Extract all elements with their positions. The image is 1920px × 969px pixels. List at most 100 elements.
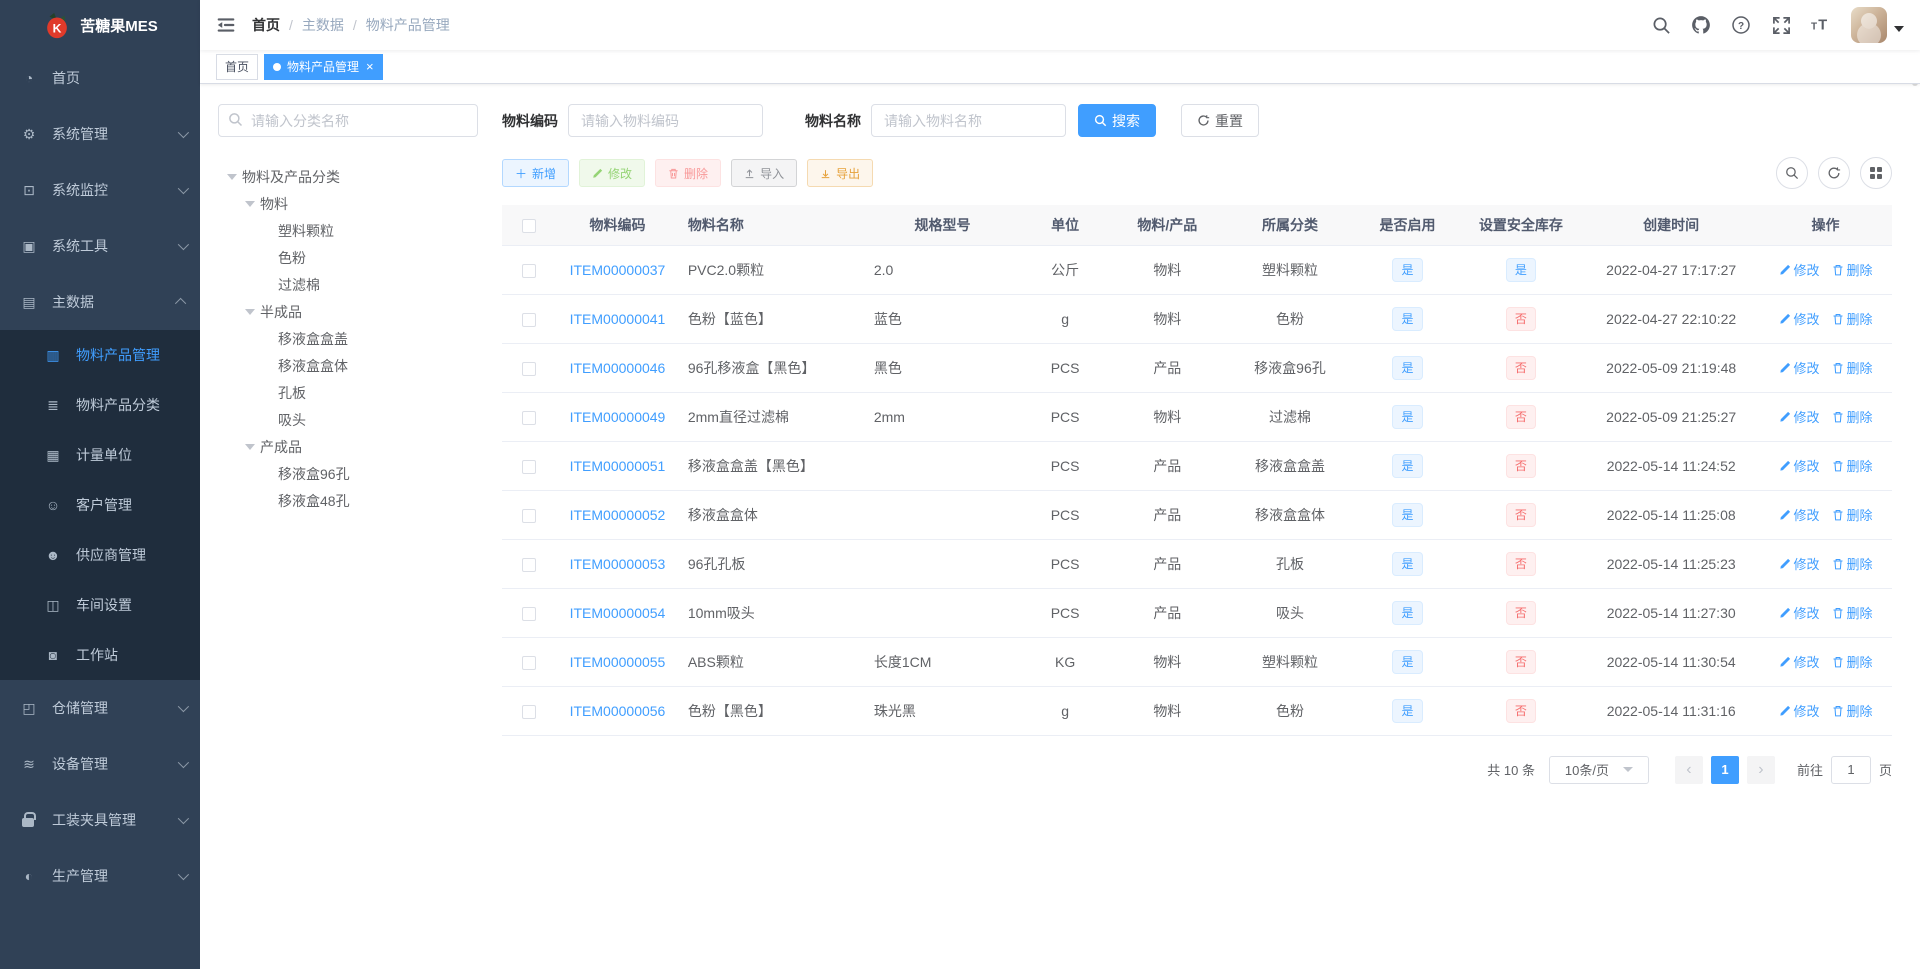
next-page-button[interactable]: › xyxy=(1746,755,1775,784)
row-checkbox[interactable] xyxy=(521,459,536,474)
row-delete-link[interactable]: 删除 xyxy=(1832,505,1873,524)
row-delete-link[interactable]: 删除 xyxy=(1832,358,1873,377)
tree-node[interactable]: 移液盒盒体 xyxy=(218,352,478,379)
row-edit-link[interactable]: 修改 xyxy=(1779,407,1820,426)
row-edit-link[interactable]: 修改 xyxy=(1779,701,1820,720)
column-header-code[interactable]: 物料编码 xyxy=(555,205,680,246)
sidebar-item-production[interactable]: 生产管理 xyxy=(0,848,200,904)
hamburger-icon[interactable] xyxy=(216,15,236,35)
tree-node[interactable]: 物料及产品分类 xyxy=(218,163,478,190)
row-checkbox[interactable] xyxy=(521,606,536,621)
delete-button[interactable]: 删除 xyxy=(655,159,722,187)
row-checkbox[interactable] xyxy=(521,508,536,523)
material-code-link[interactable]: ITEM00000041 xyxy=(570,311,666,327)
row-checkbox[interactable] xyxy=(521,704,536,719)
sidebar-item-tools[interactable]: 系统工具 xyxy=(0,218,200,274)
row-checkbox[interactable] xyxy=(521,312,536,327)
columns-icon[interactable] xyxy=(1860,157,1892,189)
sidebar-item-system[interactable]: 系统管理 xyxy=(0,106,200,162)
row-checkbox[interactable] xyxy=(521,655,536,670)
material-code-input[interactable] xyxy=(568,104,763,137)
tree-node[interactable]: 产成品 xyxy=(218,433,478,460)
row-edit-link[interactable]: 修改 xyxy=(1779,554,1820,573)
avatar[interactable] xyxy=(1851,7,1887,43)
sidebar-item-customer-mgmt[interactable]: 客户管理 xyxy=(0,480,200,530)
material-name-input[interactable] xyxy=(871,104,1066,137)
fullscreen-icon[interactable] xyxy=(1771,15,1791,35)
close-icon[interactable]: × xyxy=(366,60,374,73)
row-edit-link[interactable]: 修改 xyxy=(1779,652,1820,671)
sidebar-item-master-data[interactable]: 主数据 xyxy=(0,274,200,330)
goto-page-input[interactable] xyxy=(1830,755,1871,784)
row-edit-link[interactable]: 修改 xyxy=(1779,309,1820,328)
column-header-enabled[interactable]: 是否启用 xyxy=(1356,205,1459,246)
column-header-actions[interactable]: 操作 xyxy=(1759,205,1892,246)
sidebar-item-workstation[interactable]: 工作站 xyxy=(0,630,200,680)
tree-node[interactable]: 吸头 xyxy=(218,406,478,433)
prev-page-button[interactable]: ‹ xyxy=(1674,755,1703,784)
material-code-link[interactable]: ITEM00000054 xyxy=(570,605,666,621)
page-size-select[interactable]: 10条/页 xyxy=(1548,755,1649,784)
material-code-link[interactable]: ITEM00000049 xyxy=(570,409,666,425)
sidebar-item-workshop-setting[interactable]: 车间设置 xyxy=(0,580,200,630)
row-edit-link[interactable]: 修改 xyxy=(1779,603,1820,622)
page-number-1[interactable]: 1 xyxy=(1710,755,1739,784)
row-edit-link[interactable]: 修改 xyxy=(1779,505,1820,524)
breadcrumb-master-data[interactable]: 主数据 xyxy=(302,15,344,35)
sidebar-item-supplier-mgmt[interactable]: 供应商管理 xyxy=(0,530,200,580)
column-header-name[interactable]: 物料名称 xyxy=(679,205,866,246)
column-header-type[interactable]: 物料/产品 xyxy=(1111,205,1224,246)
row-edit-link[interactable]: 修改 xyxy=(1779,260,1820,279)
material-code-link[interactable]: ITEM00000051 xyxy=(570,458,666,474)
tree-node[interactable]: 移液盒96孔 xyxy=(218,460,478,487)
search-icon[interactable] xyxy=(1651,15,1671,35)
row-delete-link[interactable]: 删除 xyxy=(1832,407,1873,426)
select-all-checkbox[interactable] xyxy=(521,218,536,233)
help-icon[interactable]: ? xyxy=(1731,15,1751,35)
export-button[interactable]: 导出 xyxy=(807,159,874,187)
sidebar-item-monitor[interactable]: 系统监控 xyxy=(0,162,200,218)
row-delete-link[interactable]: 删除 xyxy=(1832,652,1873,671)
material-code-link[interactable]: ITEM00000037 xyxy=(570,262,666,278)
sidebar-item-warehouse[interactable]: 仓储管理 xyxy=(0,680,200,736)
row-delete-link[interactable]: 删除 xyxy=(1832,603,1873,622)
breadcrumb-home[interactable]: 首页 xyxy=(252,15,280,35)
material-code-link[interactable]: ITEM00000056 xyxy=(570,703,666,719)
sidebar-item-home[interactable]: 首页 xyxy=(0,50,200,106)
tree-node[interactable]: 过滤棉 xyxy=(218,271,478,298)
material-code-link[interactable]: ITEM00000055 xyxy=(570,654,666,670)
edit-button[interactable]: 修改 xyxy=(579,159,646,187)
tree-node[interactable]: 孔板 xyxy=(218,379,478,406)
search-toggle-icon[interactable] xyxy=(1776,157,1808,189)
import-button[interactable]: 导入 xyxy=(731,159,798,187)
sidebar-item-device[interactable]: 设备管理 xyxy=(0,736,200,792)
row-checkbox[interactable] xyxy=(521,361,536,376)
tree-node[interactable]: 物料 xyxy=(218,190,478,217)
tab-material-product[interactable]: 物料产品管理 × xyxy=(264,53,383,80)
user-menu[interactable] xyxy=(1851,7,1904,43)
font-size-icon[interactable]: TT xyxy=(1811,15,1831,35)
sidebar-item-material-product-category[interactable]: 物料产品分类 xyxy=(0,380,200,430)
row-delete-link[interactable]: 删除 xyxy=(1832,456,1873,475)
column-header-spec[interactable]: 规格型号 xyxy=(865,205,1020,246)
github-icon[interactable] xyxy=(1691,15,1711,35)
tree-node[interactable]: 塑料颗粒 xyxy=(218,217,478,244)
row-delete-link[interactable]: 删除 xyxy=(1832,260,1873,279)
row-edit-link[interactable]: 修改 xyxy=(1779,456,1820,475)
column-header-created[interactable]: 创建时间 xyxy=(1583,205,1760,246)
search-button[interactable]: 搜索 xyxy=(1078,104,1156,137)
material-code-link[interactable]: ITEM00000053 xyxy=(570,556,666,572)
column-header-safety[interactable]: 设置安全库存 xyxy=(1458,205,1584,246)
row-delete-link[interactable]: 删除 xyxy=(1832,554,1873,573)
material-code-link[interactable]: ITEM00000046 xyxy=(570,360,666,376)
sidebar-item-measure-unit[interactable]: 计量单位 xyxy=(0,430,200,480)
row-delete-link[interactable]: 删除 xyxy=(1832,309,1873,328)
sidebar-item-fixture[interactable]: 工装夹具管理 xyxy=(0,792,200,848)
column-header-category[interactable]: 所属分类 xyxy=(1223,205,1357,246)
tree-node[interactable]: 色粉 xyxy=(218,244,478,271)
row-checkbox[interactable] xyxy=(521,410,536,425)
row-checkbox[interactable] xyxy=(521,263,536,278)
reset-button[interactable]: 重置 xyxy=(1181,104,1259,137)
tree-node[interactable]: 半成品 xyxy=(218,298,478,325)
category-search-input[interactable] xyxy=(218,104,478,137)
